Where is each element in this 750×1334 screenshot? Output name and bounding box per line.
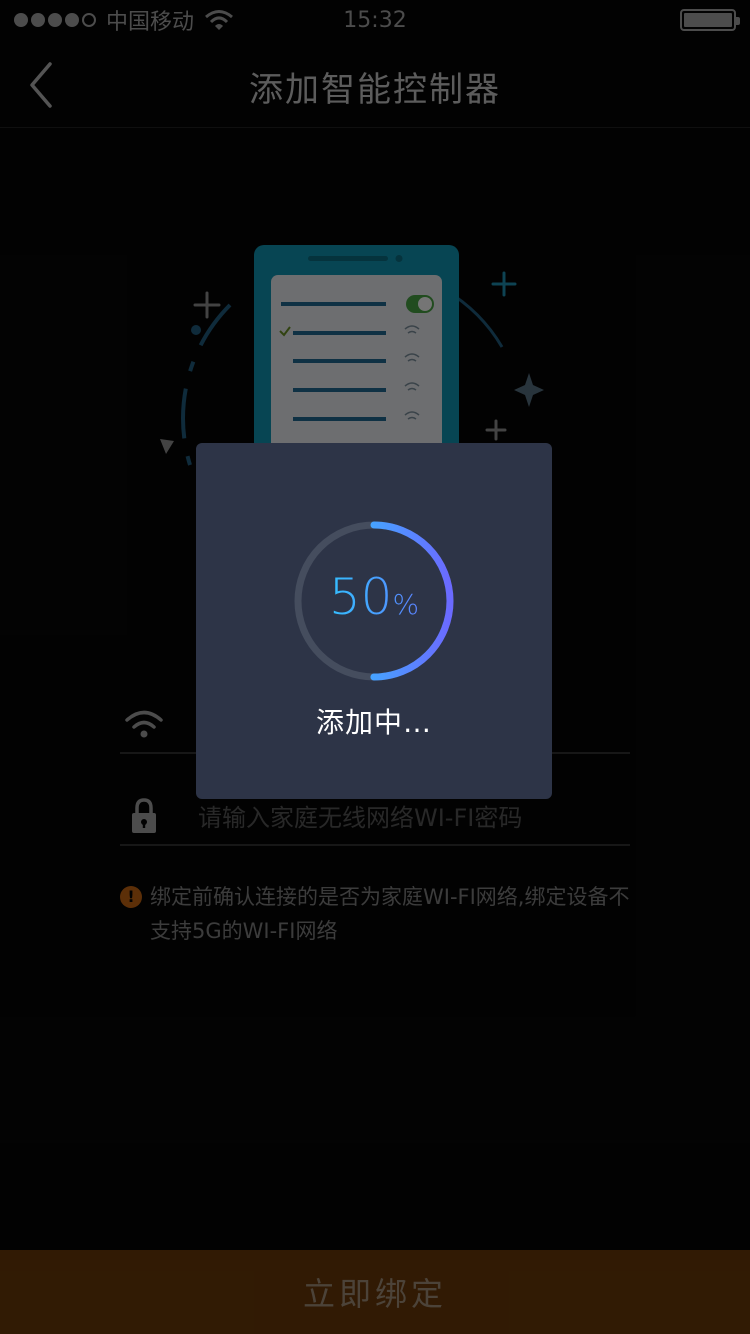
adding-progress-dialog: 50% 添加中… — [196, 443, 552, 799]
progress-percentage: 50% — [292, 567, 456, 635]
progress-unit: % — [392, 588, 420, 621]
adding-status-text: 添加中… — [315, 706, 432, 739]
progress-number: 50 — [328, 568, 393, 626]
